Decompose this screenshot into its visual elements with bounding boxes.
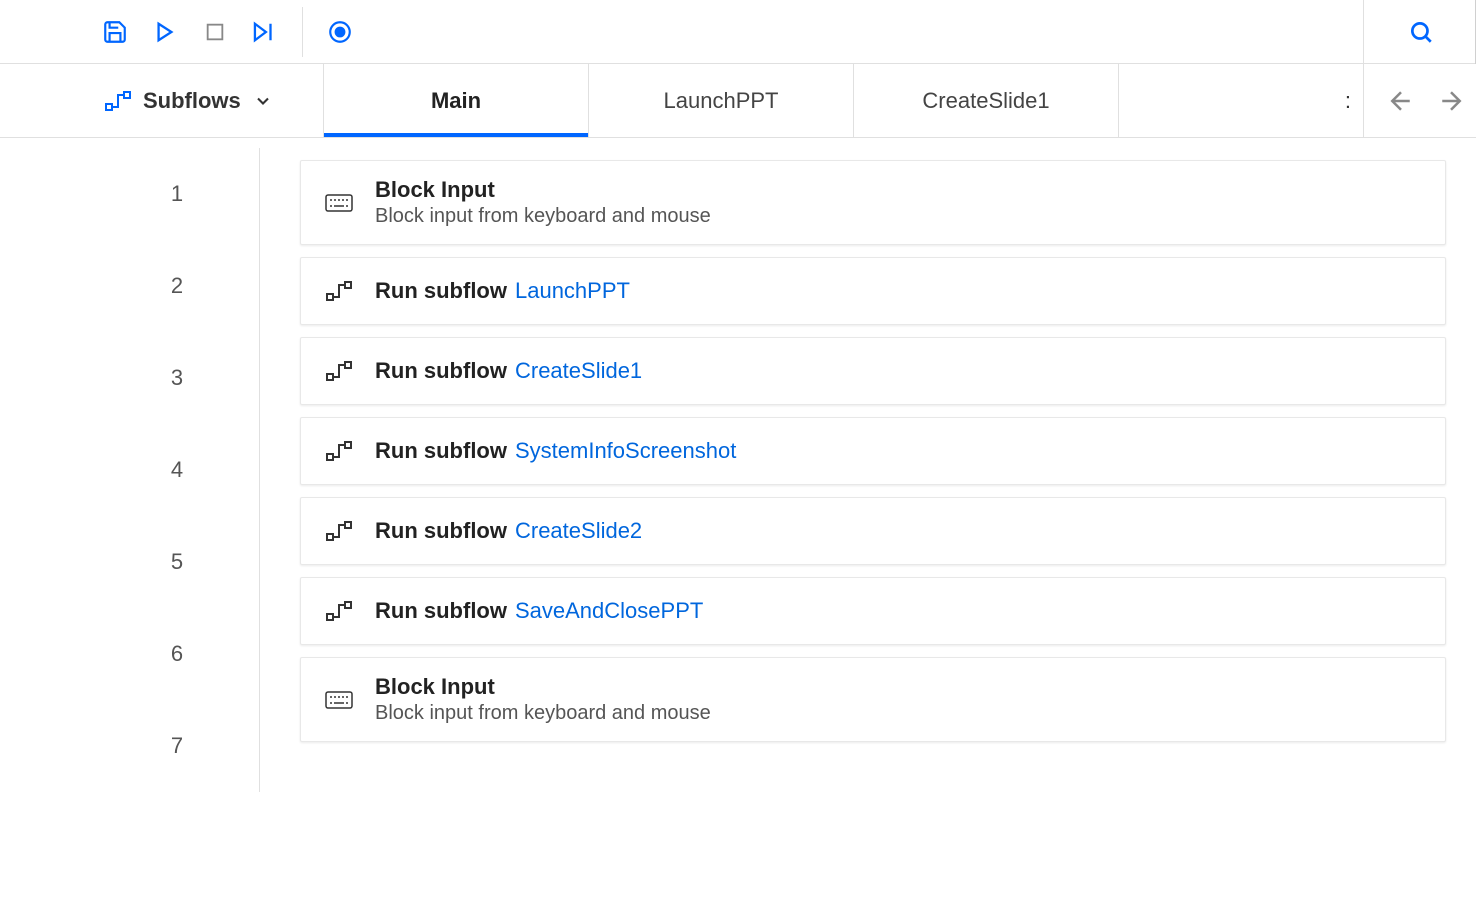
subflow-icon (105, 90, 131, 112)
arrow-left-icon[interactable] (1386, 86, 1416, 116)
chevron-down-icon (253, 91, 273, 111)
subflow-icon (323, 515, 355, 547)
play-icon (154, 21, 176, 43)
action-block-input[interactable]: Block Input Block input from keyboard an… (300, 657, 1446, 742)
actions-list: Block Input Block input from keyboard an… (260, 148, 1476, 792)
line-number: 3 (0, 332, 259, 424)
subflows-dropdown[interactable]: Subflows (0, 64, 324, 137)
action-description: Block input from keyboard and mouse (375, 702, 711, 725)
subflow-icon (323, 435, 355, 467)
action-title: Run subflow (375, 598, 507, 624)
action-param: SaveAndClosePPT (515, 598, 703, 624)
subflow-icon (323, 355, 355, 387)
tab-label: LaunchPPT (664, 88, 779, 114)
step-button[interactable] (240, 7, 290, 57)
action-title: Run subflow (375, 518, 507, 544)
action-text: Run subflow SystemInfoScreenshot (375, 438, 736, 464)
action-param: SystemInfoScreenshot (515, 438, 736, 464)
line-number: 5 (0, 516, 259, 608)
action-title: Run subflow (375, 278, 507, 304)
line-number: 1 (0, 148, 259, 240)
flow-content: 1 2 3 4 5 6 7 Block Input Block input fr… (0, 138, 1476, 792)
record-icon (327, 19, 353, 45)
action-param: CreateSlide2 (515, 518, 642, 544)
action-text: Block Input Block input from keyboard an… (375, 674, 711, 725)
arrow-right-icon[interactable] (1436, 86, 1466, 116)
action-param: LaunchPPT (515, 278, 630, 304)
save-icon (102, 19, 128, 45)
tab-nav-separator (1363, 64, 1364, 138)
stop-button[interactable] (190, 7, 240, 57)
line-number: 7 (0, 700, 259, 792)
toolbar (0, 0, 1476, 64)
action-text: Run subflow CreateSlide2 (375, 518, 642, 544)
toolbar-right-separator (1363, 0, 1364, 64)
action-title: Run subflow (375, 358, 507, 384)
action-text: Run subflow SaveAndClosePPT (375, 598, 703, 624)
line-number: 2 (0, 240, 259, 332)
tab-bar: Subflows Main LaunchPPT CreateSlide1 : (0, 64, 1476, 138)
subflows-label-text: Subflows (143, 88, 241, 114)
action-title: Block Input (375, 177, 495, 203)
action-run-subflow[interactable]: Run subflow SystemInfoScreenshot (300, 417, 1446, 485)
save-button[interactable] (90, 7, 140, 57)
tab-main[interactable]: Main (324, 64, 589, 137)
toolbar-separator (302, 7, 303, 57)
action-block-input[interactable]: Block Input Block input from keyboard an… (300, 160, 1446, 245)
keyboard-icon (323, 684, 355, 716)
action-text: Block Input Block input from keyboard an… (375, 177, 711, 228)
tab-createslide1[interactable]: CreateSlide1 (854, 64, 1119, 137)
tab-nav-arrows (1386, 64, 1466, 137)
action-run-subflow[interactable]: Run subflow LaunchPPT (300, 257, 1446, 325)
stop-icon (204, 21, 226, 43)
action-title: Run subflow (375, 438, 507, 464)
run-button[interactable] (140, 7, 190, 57)
action-description: Block input from keyboard and mouse (375, 205, 711, 228)
action-param: CreateSlide1 (515, 358, 642, 384)
step-icon (252, 21, 278, 43)
record-button[interactable] (315, 7, 365, 57)
search-icon (1408, 19, 1434, 45)
tab-label: CreateSlide1 (922, 88, 1049, 114)
action-text: Run subflow CreateSlide1 (375, 358, 642, 384)
subflow-icon (323, 275, 355, 307)
action-run-subflow[interactable]: Run subflow SaveAndClosePPT (300, 577, 1446, 645)
line-gutter: 1 2 3 4 5 6 7 (0, 148, 260, 792)
subflow-icon (323, 595, 355, 627)
line-number: 4 (0, 424, 259, 516)
tab-launchppt[interactable]: LaunchPPT (589, 64, 854, 137)
keyboard-icon (323, 187, 355, 219)
action-text: Run subflow LaunchPPT (375, 278, 630, 304)
line-number: 6 (0, 608, 259, 700)
action-run-subflow[interactable]: Run subflow CreateSlide2 (300, 497, 1446, 565)
tab-label: Main (431, 88, 481, 114)
action-title: Block Input (375, 674, 495, 700)
tab-overflow-hint: : (1345, 64, 1351, 137)
search-button[interactable] (1396, 7, 1446, 57)
action-run-subflow[interactable]: Run subflow CreateSlide1 (300, 337, 1446, 405)
